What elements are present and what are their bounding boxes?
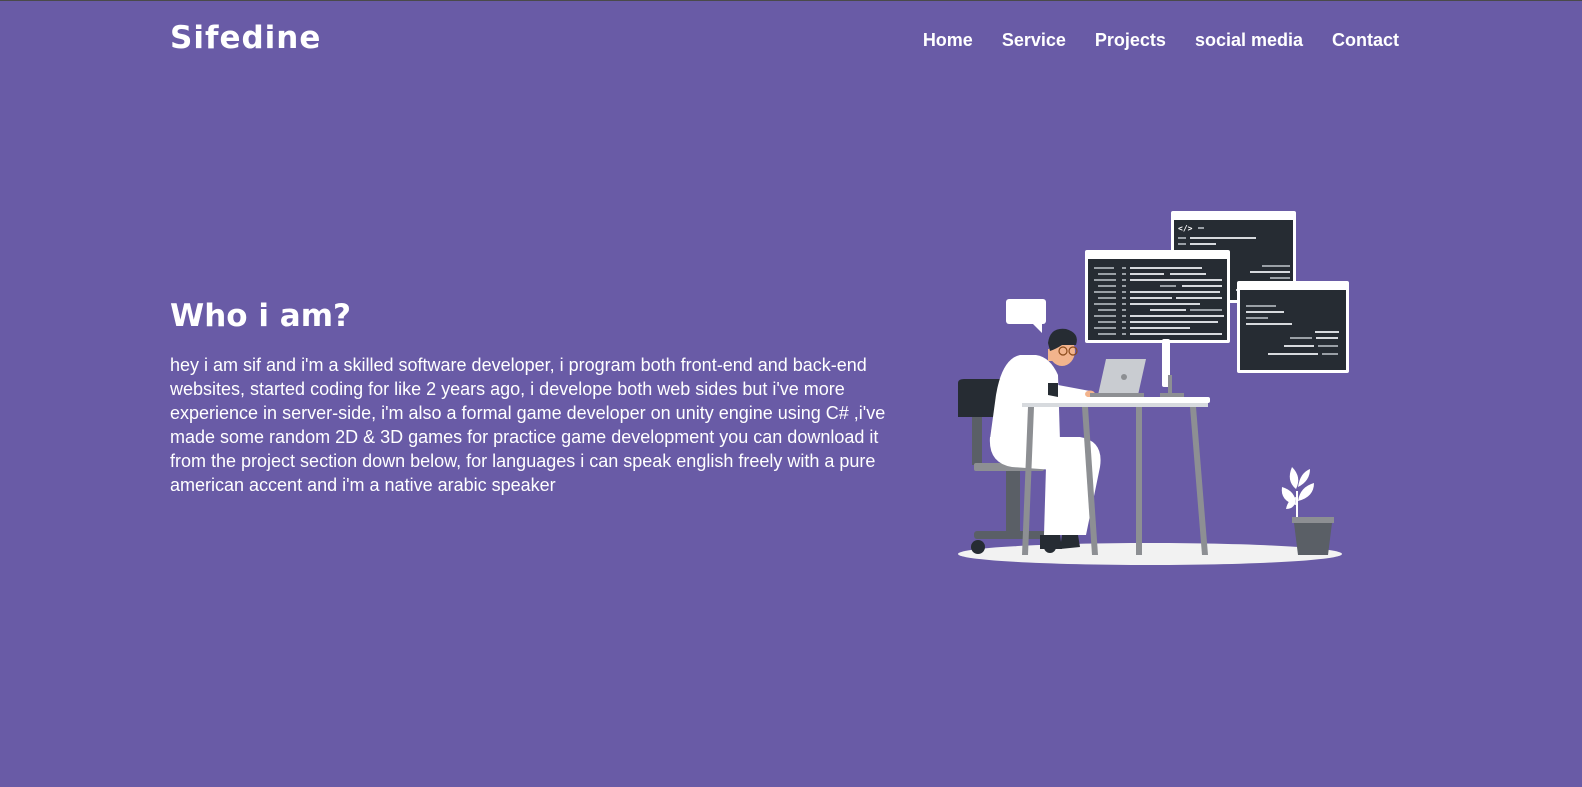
potted-plant bbox=[1281, 467, 1334, 555]
nav-item-projects: Projects bbox=[1095, 30, 1166, 51]
nav-item-social-media: social media bbox=[1195, 30, 1303, 51]
navbar: Sifedine Home Service Projects social me… bbox=[0, 0, 1582, 84]
nav-item-service: Service bbox=[1002, 30, 1066, 51]
floor-shadow bbox=[958, 543, 1342, 565]
hero-title: Who i am? bbox=[170, 298, 351, 334]
nav-link-service[interactable]: Service bbox=[1002, 30, 1066, 50]
desk-monitor bbox=[1160, 339, 1184, 397]
hero-description: hey i am sif and i'm a skilled software … bbox=[170, 355, 886, 495]
code-tag-icon: </> bbox=[1178, 224, 1193, 233]
nav-link-home[interactable]: Home bbox=[923, 30, 973, 50]
laptop bbox=[1090, 359, 1146, 397]
nav-menu: Home Service Projects social media Conta… bbox=[923, 30, 1399, 51]
nav-item-contact: Contact bbox=[1332, 30, 1399, 51]
code-window-front bbox=[1085, 250, 1230, 343]
speech-bubble-icon bbox=[1006, 299, 1046, 333]
developer-illustration: </> bbox=[958, 211, 1349, 565]
nav-link-contact[interactable]: Contact bbox=[1332, 30, 1399, 50]
nav-link-projects[interactable]: Projects bbox=[1095, 30, 1166, 50]
nav-item-home: Home bbox=[923, 30, 973, 51]
site-logo[interactable]: Sifedine bbox=[170, 20, 321, 56]
nav-link-social-media[interactable]: social media bbox=[1195, 30, 1303, 50]
code-window-right bbox=[1237, 281, 1349, 373]
